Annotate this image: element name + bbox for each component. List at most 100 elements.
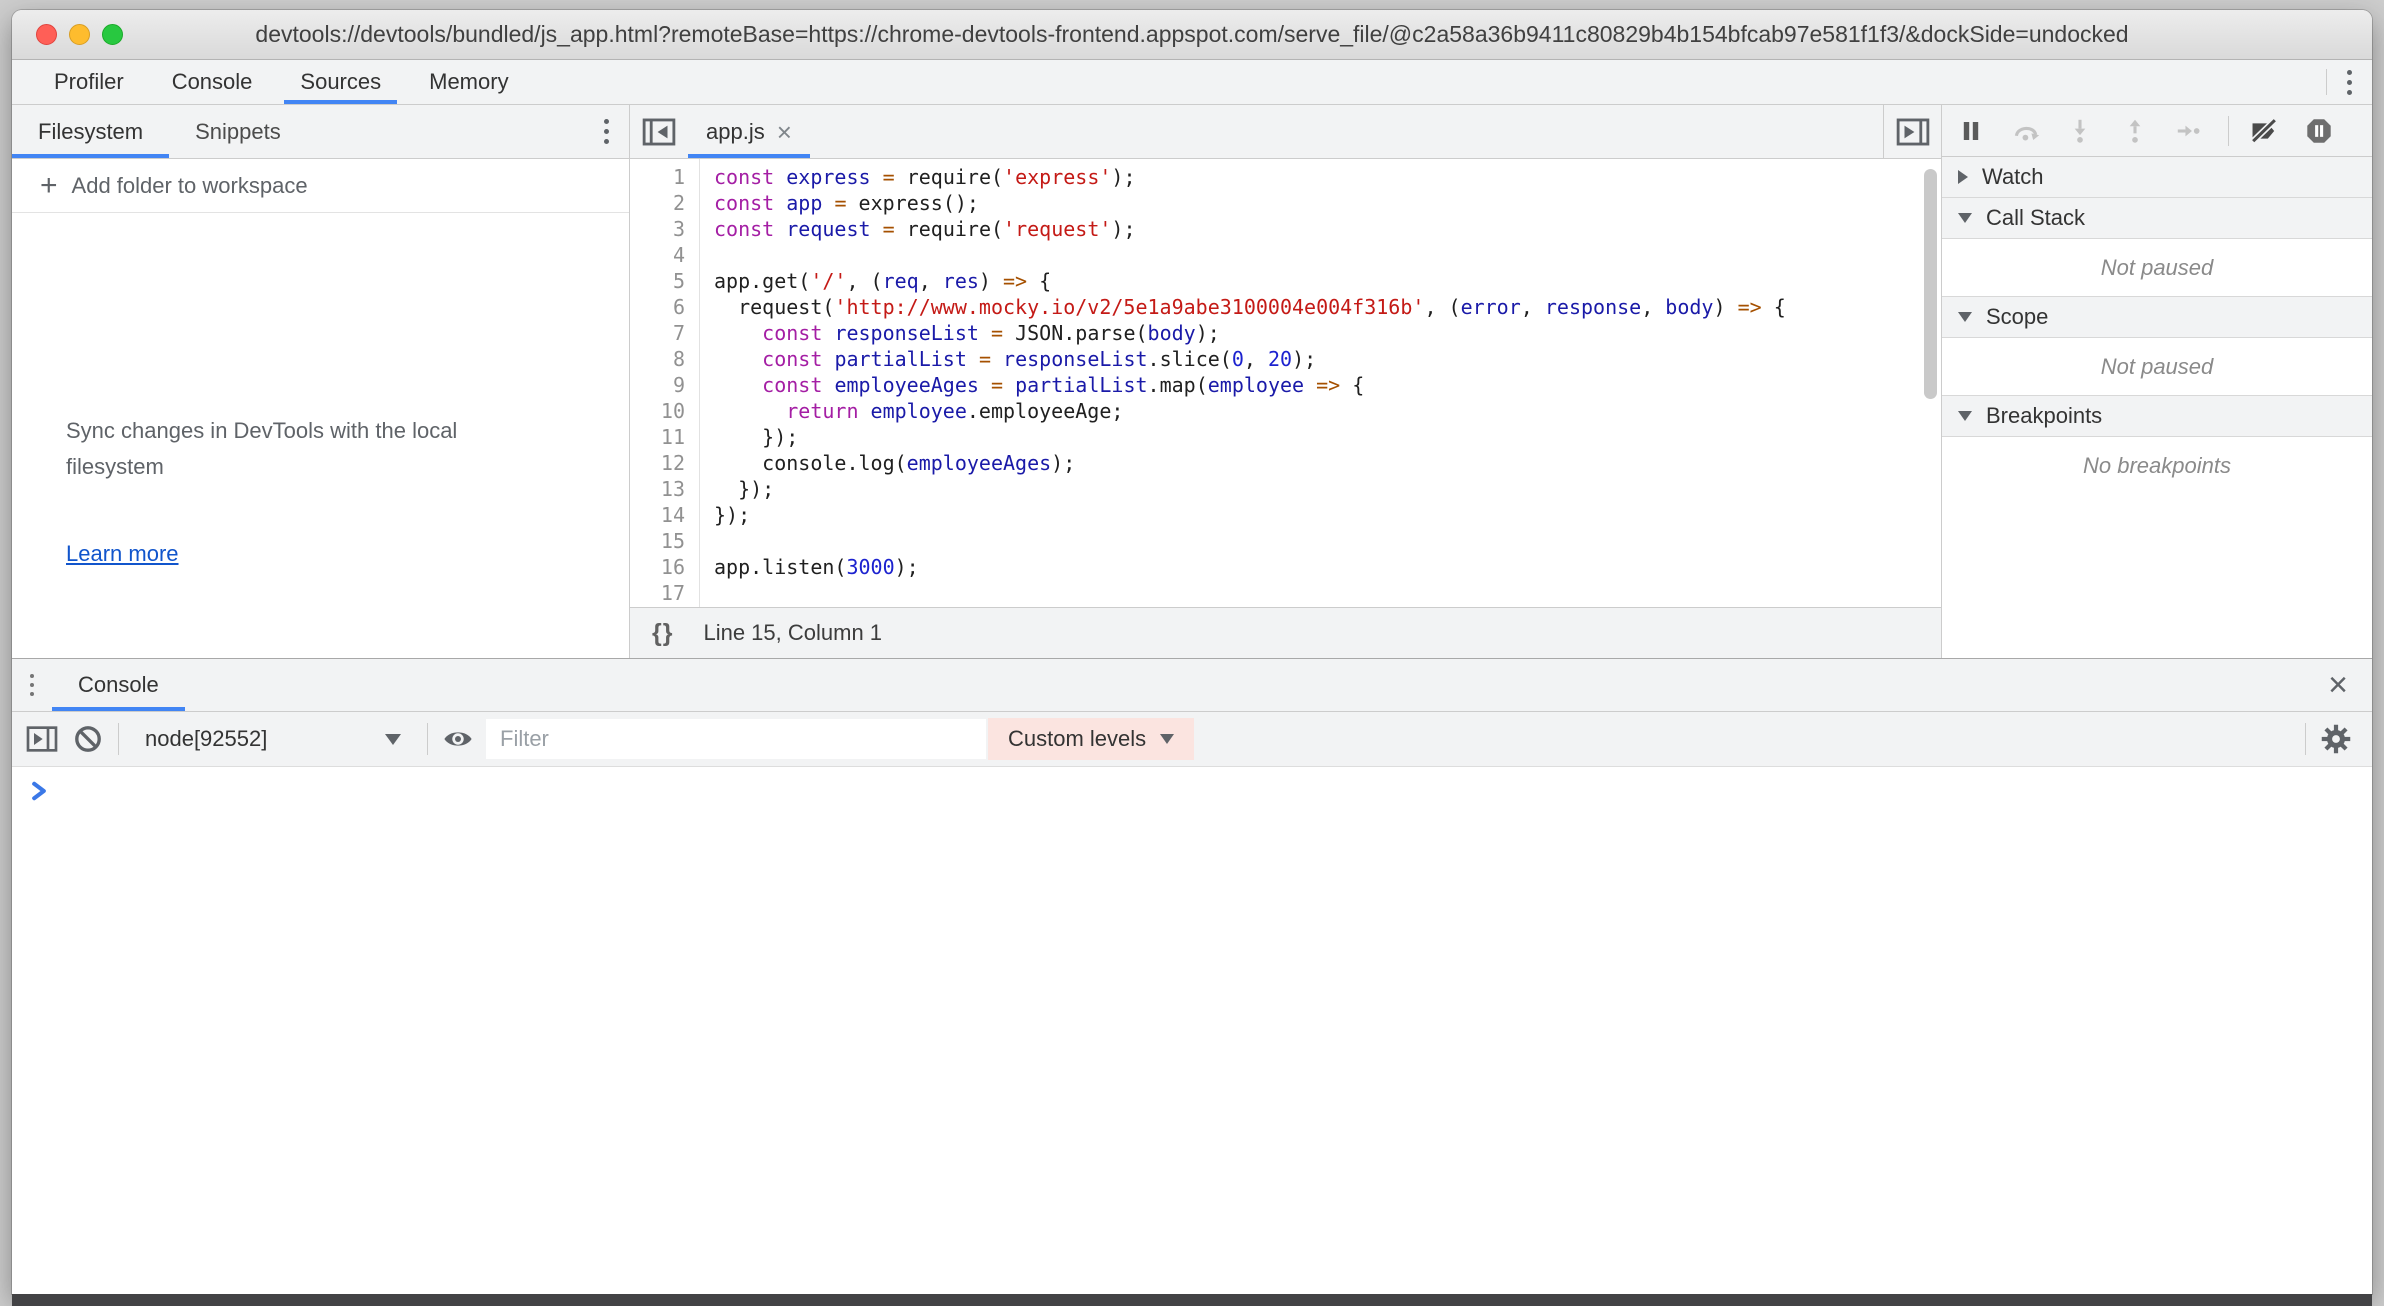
code-line: }); <box>714 424 1941 450</box>
hide-debugger-button[interactable] <box>1883 105 1941 158</box>
debugger-panel: WatchCall StackNot pausedScopeNot paused… <box>1942 105 2372 658</box>
main-tab-console[interactable]: Console <box>148 60 277 104</box>
close-drawer-icon[interactable]: × <box>2328 668 2348 702</box>
navigator-tab-snippets[interactable]: Snippets <box>169 105 307 158</box>
sources-editor: app.js × 1234567891011121314151617 const… <box>630 105 1942 658</box>
step-button[interactable] <box>2174 115 2204 147</box>
divider <box>118 723 119 755</box>
line-number[interactable]: 7 <box>630 320 685 346</box>
console-filter-input[interactable] <box>486 719 986 759</box>
section-header-call-stack[interactable]: Call Stack <box>1942 198 2372 239</box>
gear-icon <box>2321 724 2351 754</box>
console-messages-area[interactable] <box>12 767 2372 1294</box>
line-number[interactable]: 6 <box>630 294 685 320</box>
show-console-sidebar-button[interactable] <box>26 723 58 755</box>
deactivate-breakpoints-button[interactable] <box>2249 115 2279 147</box>
close-window-button[interactable] <box>36 24 57 45</box>
line-number[interactable]: 10 <box>630 398 685 424</box>
drawer-menu-icon[interactable] <box>26 670 38 700</box>
panel-left-toggle-icon <box>642 117 676 147</box>
editor-status-bar: {} Line 15, Column 1 <box>630 607 1941 658</box>
code-line: return employee.employeeAge; <box>714 398 1941 424</box>
eye-icon <box>443 727 473 751</box>
line-number[interactable]: 17 <box>630 580 685 606</box>
console-prompt[interactable] <box>12 767 2372 808</box>
code-line: const express = require('express'); <box>714 164 1941 190</box>
code-editor[interactable]: 1234567891011121314151617 const express … <box>630 159 1941 607</box>
minimize-window-button[interactable] <box>69 24 90 45</box>
panel-right-toggle-icon <box>1896 117 1930 147</box>
line-number-gutter[interactable]: 1234567891011121314151617 <box>630 159 700 607</box>
context-label: node[92552] <box>145 726 267 752</box>
line-number[interactable]: 8 <box>630 346 685 372</box>
line-number[interactable]: 5 <box>630 268 685 294</box>
section-label: Breakpoints <box>1986 403 2102 429</box>
section-content-scope: Not paused <box>1942 338 2372 396</box>
console-settings-button[interactable] <box>2320 723 2352 755</box>
line-number[interactable]: 2 <box>630 190 685 216</box>
code-line: const partialList = responseList.slice(0… <box>714 346 1941 372</box>
step-into-icon <box>2068 118 2092 144</box>
main-tabbar: ProfilerConsoleSourcesMemory <box>12 60 2372 105</box>
clear-console-button[interactable] <box>72 723 104 755</box>
pause-on-exceptions-button[interactable] <box>2304 115 2334 147</box>
drawer-tab-console[interactable]: Console <box>52 659 185 711</box>
divider <box>2305 723 2306 755</box>
line-number[interactable]: 12 <box>630 450 685 476</box>
main-menu-icon[interactable] <box>2343 66 2356 99</box>
main-tab-memory[interactable]: Memory <box>405 60 532 104</box>
line-number[interactable]: 9 <box>630 372 685 398</box>
add-folder-label: Add folder to workspace <box>72 173 308 199</box>
code-line: app.listen(3000); <box>714 554 1941 580</box>
devtools-window: devtools://devtools/bundled/js_app.html?… <box>12 10 2372 1294</box>
execution-context-selector[interactable]: node[92552] <box>133 726 413 752</box>
code-content[interactable]: const express = require('express'); const… <box>700 159 1941 607</box>
navigator-more-icon[interactable] <box>600 115 613 148</box>
custom-levels-label: Custom levels <box>1008 726 1146 752</box>
section-header-scope[interactable]: Scope <box>1942 297 2372 338</box>
main-tab-profiler[interactable]: Profiler <box>30 60 148 104</box>
pause-on-exceptions-icon <box>2306 118 2332 144</box>
hide-navigator-button[interactable] <box>630 105 688 158</box>
cursor-position: Line 15, Column 1 <box>703 620 882 646</box>
pretty-print-button[interactable]: {} <box>652 619 673 648</box>
drawer-tab-label: Console <box>78 672 159 698</box>
zoom-window-button[interactable] <box>102 24 123 45</box>
step-out-button[interactable] <box>2119 115 2149 147</box>
step-over-icon <box>2012 119 2040 143</box>
line-number[interactable]: 3 <box>630 216 685 242</box>
line-number[interactable]: 16 <box>630 554 685 580</box>
main-tab-sources[interactable]: Sources <box>276 60 405 104</box>
live-expression-button[interactable] <box>442 723 474 755</box>
chevron-down-icon <box>1958 312 1972 322</box>
editor-tab-appjs[interactable]: app.js × <box>688 105 810 158</box>
navigator-tab-filesystem[interactable]: Filesystem <box>12 105 169 158</box>
divider <box>2326 69 2327 95</box>
sync-message: Sync changes in DevTools with the local … <box>66 413 506 485</box>
debugger-toolbar <box>1942 105 2372 157</box>
add-folder-to-workspace[interactable]: + Add folder to workspace <box>12 159 629 213</box>
step-over-button[interactable] <box>2010 115 2040 147</box>
code-line: console.log(employeeAges); <box>714 450 1941 476</box>
line-number[interactable]: 14 <box>630 502 685 528</box>
console-drawer: Console × node[92552] <box>12 658 2372 1294</box>
navigator-tabs: FilesystemSnippets <box>12 105 629 159</box>
line-number[interactable]: 1 <box>630 164 685 190</box>
line-number[interactable]: 4 <box>630 242 685 268</box>
custom-levels-dropdown[interactable]: Custom levels <box>988 718 1194 760</box>
section-header-breakpoints[interactable]: Breakpoints <box>1942 396 2372 437</box>
code-line: const employeeAges = partialList.map(emp… <box>714 372 1941 398</box>
line-number[interactable]: 13 <box>630 476 685 502</box>
learn-more-link[interactable]: Learn more <box>66 541 629 567</box>
pause-icon <box>1959 119 1983 143</box>
code-line <box>714 580 1941 606</box>
close-tab-icon[interactable]: × <box>777 119 792 145</box>
line-number[interactable]: 11 <box>630 424 685 450</box>
line-number[interactable]: 15 <box>630 528 685 554</box>
debugger-sections: WatchCall StackNot pausedScopeNot paused… <box>1942 157 2372 495</box>
pause-script-button[interactable] <box>1956 115 1986 147</box>
editor-scrollbar[interactable] <box>1924 169 1937 399</box>
section-content-call-stack: Not paused <box>1942 239 2372 297</box>
step-into-button[interactable] <box>2065 115 2095 147</box>
section-header-watch[interactable]: Watch <box>1942 157 2372 198</box>
